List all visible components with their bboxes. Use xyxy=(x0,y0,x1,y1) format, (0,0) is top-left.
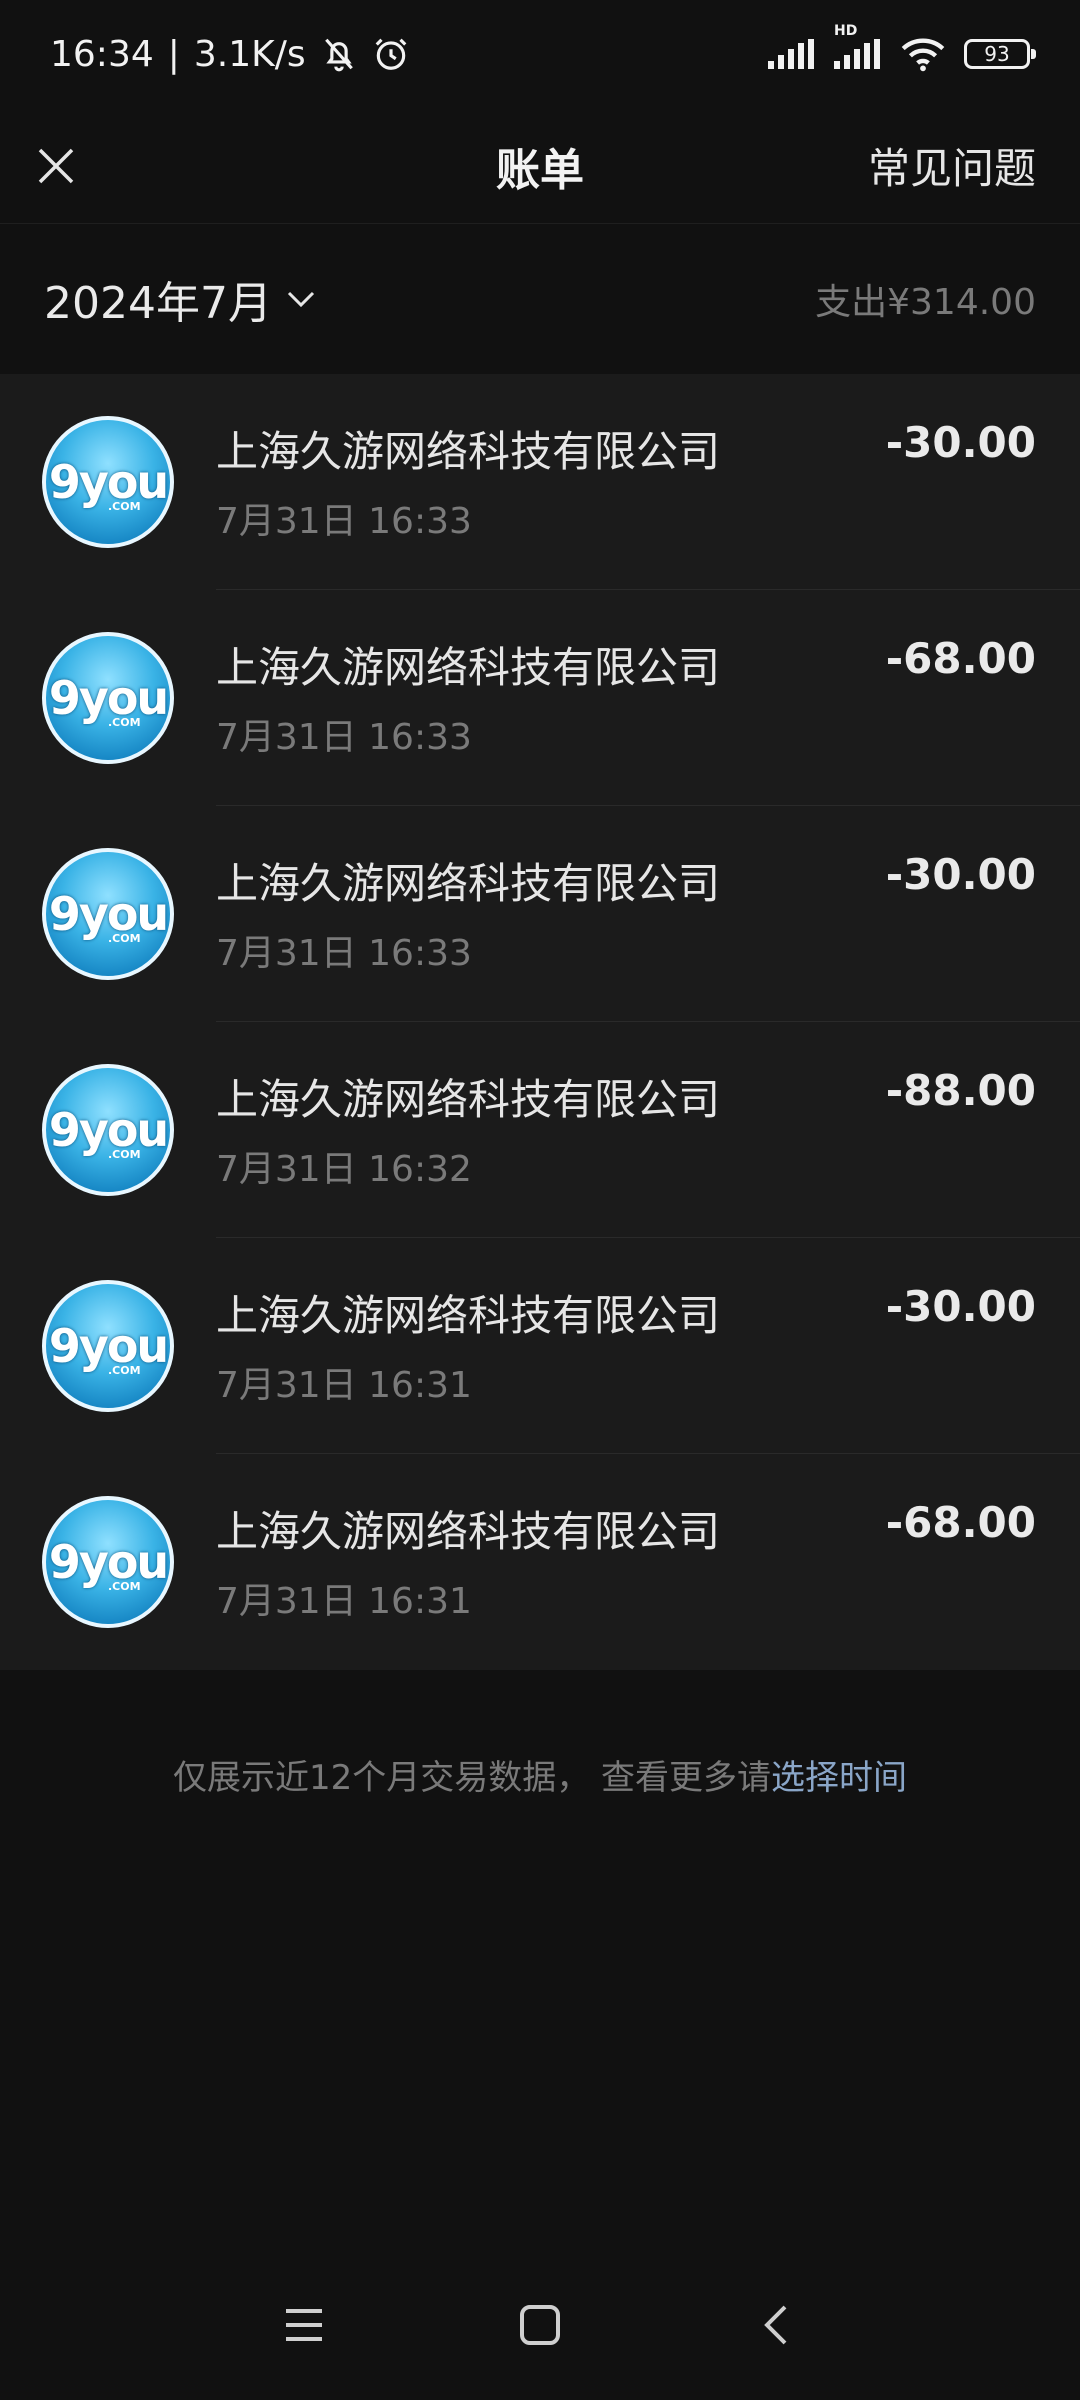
signal-hd: HD xyxy=(834,23,882,69)
logo-text: 9you xyxy=(48,1319,169,1373)
back-icon xyxy=(764,2305,787,2345)
merchant-name: 上海久游网络科技有限公司 xyxy=(216,1075,721,1124)
logo-text: 9you xyxy=(48,455,169,509)
month-bar: 2024年7月 支出¥314.00 xyxy=(0,224,1080,374)
transaction-row[interactable]: 9you .COM 上海久游网络科技有限公司 7月31日 16:33 -30.0… xyxy=(0,374,1080,590)
merchant-name: 上海久游网络科技有限公司 xyxy=(216,1291,721,1340)
status-time: 16:34 xyxy=(50,33,154,75)
logo-sub: .COM xyxy=(108,1148,141,1161)
transaction-row[interactable]: 9you .COM 上海久游网络科技有限公司 7月31日 16:31 -68.0… xyxy=(0,1454,1080,1670)
menu-icon xyxy=(286,2309,322,2341)
transaction-time: 7月31日 16:33 xyxy=(216,933,472,974)
expense-total: 支出¥314.00 xyxy=(815,282,1036,323)
transaction-amount: -68.00 xyxy=(885,634,1036,683)
transaction-row[interactable]: 9you .COM 上海久游网络科技有限公司 7月31日 16:32 -88.0… xyxy=(0,1022,1080,1238)
signal-hd-icon xyxy=(834,39,880,69)
back-button[interactable] xyxy=(658,2285,894,2365)
merchant-logo: 9you .COM xyxy=(42,1496,174,1628)
transaction-amount: -30.00 xyxy=(885,418,1036,467)
logo-sub: .COM xyxy=(108,1364,141,1377)
transaction-time: 7月31日 16:32 xyxy=(216,1149,472,1190)
transaction-amount: -88.00 xyxy=(885,1066,1036,1115)
month-selector[interactable]: 2024年7月 xyxy=(44,267,316,331)
logo-sub: .COM xyxy=(108,1580,141,1593)
battery-level: 93 xyxy=(984,42,1010,66)
close-button[interactable] xyxy=(34,144,78,188)
transaction-time: 7月31日 16:33 xyxy=(216,501,472,542)
logo-text: 9you xyxy=(48,1103,169,1157)
status-speed: 3.1K/s xyxy=(193,33,306,75)
home-button[interactable] xyxy=(422,2285,658,2365)
hd-label: HD xyxy=(834,23,858,39)
logo-text: 9you xyxy=(48,1535,169,1589)
transaction-amount: -30.00 xyxy=(885,1282,1036,1331)
merchant-logo: 9you .COM xyxy=(42,848,174,980)
bell-off-icon xyxy=(324,38,353,72)
transaction-amount: -30.00 xyxy=(885,850,1036,899)
status-left: 16:34 | 3.1K/s xyxy=(50,34,410,75)
transaction-time: 7月31日 16:31 xyxy=(216,1581,472,1622)
transaction-amount: -68.00 xyxy=(885,1498,1036,1547)
faq-link[interactable]: 常见问题 xyxy=(868,135,1036,196)
merchant-logo: 9you .COM xyxy=(42,632,174,764)
home-icon xyxy=(520,2305,560,2345)
transaction-time: 7月31日 16:33 xyxy=(216,717,472,758)
transaction-row[interactable]: 9you .COM 上海久游网络科技有限公司 7月31日 16:33 -68.0… xyxy=(0,590,1080,806)
alarm-icon xyxy=(375,38,407,70)
transaction-row[interactable]: 9you .COM 上海久游网络科技有限公司 7月31日 16:33 -30.0… xyxy=(0,806,1080,1022)
logo-sub: .COM xyxy=(108,500,141,513)
merchant-name: 上海久游网络科技有限公司 xyxy=(216,643,721,692)
history-note: 仅展示近12个月交易数据， 查看更多请选择时间 xyxy=(0,1750,1080,1799)
month-label: 2024年7月 xyxy=(44,278,272,329)
logo-sub: .COM xyxy=(108,716,141,729)
logo-sub: .COM xyxy=(108,932,141,945)
signal-icon xyxy=(768,39,814,69)
menu-button[interactable] xyxy=(186,2285,422,2365)
status-bar: 16:34 | 3.1K/s HD 93 xyxy=(0,0,1080,108)
header: 账单 常见问题 xyxy=(0,108,1080,224)
merchant-name: 上海久游网络科技有限公司 xyxy=(216,1507,721,1556)
merchant-logo: 9you .COM xyxy=(42,1064,174,1196)
logo-text: 9you xyxy=(48,887,169,941)
chevron-down-icon xyxy=(287,291,315,308)
status-right: HD 93 xyxy=(768,23,1036,72)
wifi-icon xyxy=(901,38,945,72)
merchant-logo: 9you .COM xyxy=(42,416,174,548)
select-time-link[interactable]: 选择时间 xyxy=(771,1758,907,1798)
transaction-list: 9you .COM 上海久游网络科技有限公司 7月31日 16:33 -30.0… xyxy=(0,374,1080,1670)
transaction-time: 7月31日 16:31 xyxy=(216,1365,472,1406)
history-note-text: 仅展示近12个月交易数据， 查看更多请 xyxy=(172,1758,772,1798)
close-icon xyxy=(38,148,74,183)
merchant-name: 上海久游网络科技有限公司 xyxy=(216,427,721,476)
merchant-logo: 9you .COM xyxy=(42,1280,174,1412)
navigation-bar xyxy=(0,2250,1080,2400)
battery-icon: 93 xyxy=(964,39,1036,69)
logo-text: 9you xyxy=(48,671,169,725)
transaction-row[interactable]: 9you .COM 上海久游网络科技有限公司 7月31日 16:31 -30.0… xyxy=(0,1238,1080,1454)
status-separator: | xyxy=(167,33,180,75)
merchant-name: 上海久游网络科技有限公司 xyxy=(216,859,721,908)
